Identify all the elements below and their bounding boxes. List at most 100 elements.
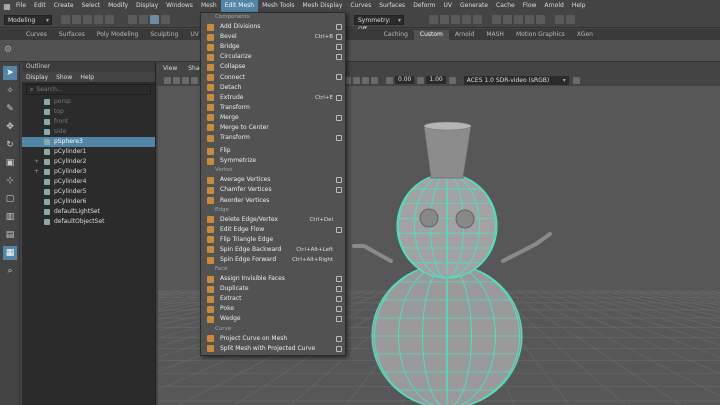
- option-box-icon[interactable]: [336, 114, 342, 121]
- option-box-icon[interactable]: [336, 276, 342, 283]
- menu-item-chamfer-vertices[interactable]: Chamfer Vertices: [201, 185, 345, 195]
- shelf-tab-poly-modeling[interactable]: Poly Modeling: [91, 30, 145, 40]
- outliner-row[interactable]: front: [22, 117, 155, 127]
- menu-help[interactable]: Help: [568, 0, 590, 12]
- shelf-tab-sculpting[interactable]: Sculpting: [144, 30, 184, 40]
- option-box-icon[interactable]: [336, 345, 342, 352]
- option-box-icon[interactable]: [336, 135, 342, 142]
- menu-create[interactable]: Create: [50, 0, 78, 12]
- shelf-tab-curves[interactable]: Curves: [20, 30, 53, 40]
- menu-item-duplicate[interactable]: Duplicate: [201, 284, 345, 294]
- render-sequence-icon[interactable]: [566, 15, 575, 24]
- menu-item-spin-edge-forward[interactable]: Spin Edge Forward Ctrl+Alt+Right: [201, 255, 345, 265]
- viewport-tool-icon[interactable]: [371, 76, 378, 84]
- menu-mesh[interactable]: Mesh: [197, 0, 221, 12]
- menu-mesh-tools[interactable]: Mesh Tools: [258, 0, 298, 12]
- viewport-tool-icon[interactable]: [362, 76, 369, 84]
- shelf-tab-mash[interactable]: MASH: [480, 30, 510, 40]
- menu-item-wedge[interactable]: Wedge: [201, 314, 345, 324]
- option-box-icon[interactable]: [336, 226, 342, 233]
- outliner-row[interactable]: pCylinder6: [22, 197, 155, 207]
- symmetry-dropdown[interactable]: Symmetry: Off: [354, 15, 404, 33]
- outliner-row[interactable]: pSphere3: [22, 137, 155, 147]
- menu-deform[interactable]: Deform: [409, 0, 439, 12]
- option-box-icon[interactable]: [336, 24, 342, 30]
- color-management-icon[interactable]: [448, 76, 456, 84]
- menu-generate[interactable]: Generate: [456, 0, 492, 12]
- render-icon[interactable]: [429, 15, 438, 24]
- outliner-row[interactable]: side: [22, 127, 155, 137]
- pause-icon[interactable]: [536, 15, 545, 24]
- expand-icon[interactable]: +: [34, 167, 39, 177]
- menu-item-spin-edge-backward[interactable]: Spin Edge Backward Ctrl+Alt+Left: [201, 245, 345, 255]
- snap-icon[interactable]: ⊹: [3, 174, 17, 188]
- option-box-icon[interactable]: [336, 94, 342, 101]
- select-component-icon[interactable]: [150, 15, 159, 24]
- menu-cache[interactable]: Cache: [492, 0, 519, 12]
- shelf-tab-motion-graphics[interactable]: Motion Graphics: [510, 30, 571, 40]
- menu-item-extrude[interactable]: Extrude Ctrl+E: [201, 93, 345, 103]
- option-box-icon[interactable]: [336, 306, 342, 313]
- menu-item-assign-invisible-faces[interactable]: Assign Invisible Faces: [201, 274, 345, 284]
- outliner-row[interactable]: pCylinder1: [22, 147, 155, 157]
- shelf-tab-caching[interactable]: Caching: [378, 30, 414, 40]
- outliner-row[interactable]: persp: [22, 97, 155, 107]
- paint-select-icon[interactable]: ✎: [3, 102, 17, 116]
- outliner-search-input[interactable]: ⌕ Search...: [26, 84, 151, 95]
- menu-item-flip-triangle-edge[interactable]: Flip Triangle Edge: [201, 235, 345, 245]
- outliner-menu-help[interactable]: Help: [80, 74, 94, 81]
- menu-modify[interactable]: Modify: [104, 0, 132, 12]
- option-box-icon[interactable]: [336, 187, 342, 194]
- render-settings-icon[interactable]: [451, 15, 460, 24]
- outliner-row[interactable]: defaultLightSet: [22, 207, 155, 217]
- sequence-icon[interactable]: [555, 15, 564, 24]
- viewport-tool-icon[interactable]: [191, 76, 198, 84]
- shelf-settings-gear-icon[interactable]: ⚙: [4, 45, 14, 57]
- option-box-icon[interactable]: [336, 296, 342, 303]
- select-tool-icon[interactable]: ➤: [3, 66, 17, 80]
- menu-edit-mesh[interactable]: Edit Mesh: [220, 0, 259, 12]
- select-object-icon[interactable]: [139, 15, 148, 24]
- outliner-persp-layout-icon[interactable]: ▦: [3, 246, 17, 260]
- redo-icon[interactable]: [105, 15, 114, 24]
- menu-item-extract[interactable]: Extract: [201, 294, 345, 304]
- menu-edit[interactable]: Edit: [30, 0, 50, 12]
- shelf-tab-xgen[interactable]: XGen: [571, 30, 599, 40]
- outliner-menu-display[interactable]: Display: [26, 74, 48, 81]
- lights-icon[interactable]: [492, 15, 501, 24]
- viewport-tool-icon[interactable]: [173, 76, 180, 84]
- mode-dropdown[interactable]: Modeling: [4, 14, 52, 25]
- ipr-render-icon[interactable]: [440, 15, 449, 24]
- menu-item-circularize[interactable]: Circularize: [201, 52, 345, 62]
- menu-item-collapse[interactable]: Collapse: [201, 62, 345, 72]
- menu-mesh-display[interactable]: Mesh Display: [299, 0, 347, 12]
- menu-display[interactable]: Display: [132, 0, 162, 12]
- menu-curves[interactable]: Curves: [346, 0, 375, 12]
- option-box-icon[interactable]: [336, 286, 342, 293]
- mask-icon[interactable]: [161, 15, 170, 24]
- move-tool-icon[interactable]: ✥: [3, 120, 17, 134]
- option-box-icon[interactable]: [336, 316, 342, 323]
- outliner-row[interactable]: + pCylinder3: [22, 167, 155, 177]
- shelf-tab-arnold[interactable]: Arnold: [449, 30, 480, 40]
- new-scene-icon[interactable]: [61, 15, 70, 24]
- rotate-tool-icon[interactable]: ↻: [3, 138, 17, 152]
- menu-item-symmetrize[interactable]: Symmetrize: [201, 156, 345, 166]
- menu-item-reorder-vertices[interactable]: Reorder Vertices: [201, 196, 345, 206]
- arnold-ipr-icon[interactable]: [514, 15, 523, 24]
- viewport-menu-view[interactable]: View: [158, 65, 177, 74]
- option-box-icon[interactable]: [336, 177, 342, 184]
- hypershade-icon[interactable]: [462, 15, 471, 24]
- outliner-row[interactable]: defaultObjectSet: [22, 217, 155, 227]
- menu-item-transform[interactable]: Transform: [201, 133, 345, 143]
- menu-item-project-curve-on-mesh[interactable]: Project Curve on Mesh: [201, 334, 345, 344]
- option-box-icon[interactable]: [336, 44, 342, 51]
- viewport-settings-icon[interactable]: [572, 76, 580, 84]
- light-editor-icon[interactable]: [525, 15, 534, 24]
- menu-item-split-mesh-with-projected-curve[interactable]: Split Mesh with Projected Curve: [201, 344, 345, 354]
- menu-file[interactable]: File: [12, 0, 30, 12]
- exposure-field[interactable]: 0.00: [395, 76, 415, 84]
- outliner-row[interactable]: pCylinder5: [22, 187, 155, 197]
- two-pane-layout-icon[interactable]: ▥: [3, 210, 17, 224]
- colorspace-dropdown[interactable]: ACES 1.0 SDR-video (sRGB) ▾: [463, 75, 569, 85]
